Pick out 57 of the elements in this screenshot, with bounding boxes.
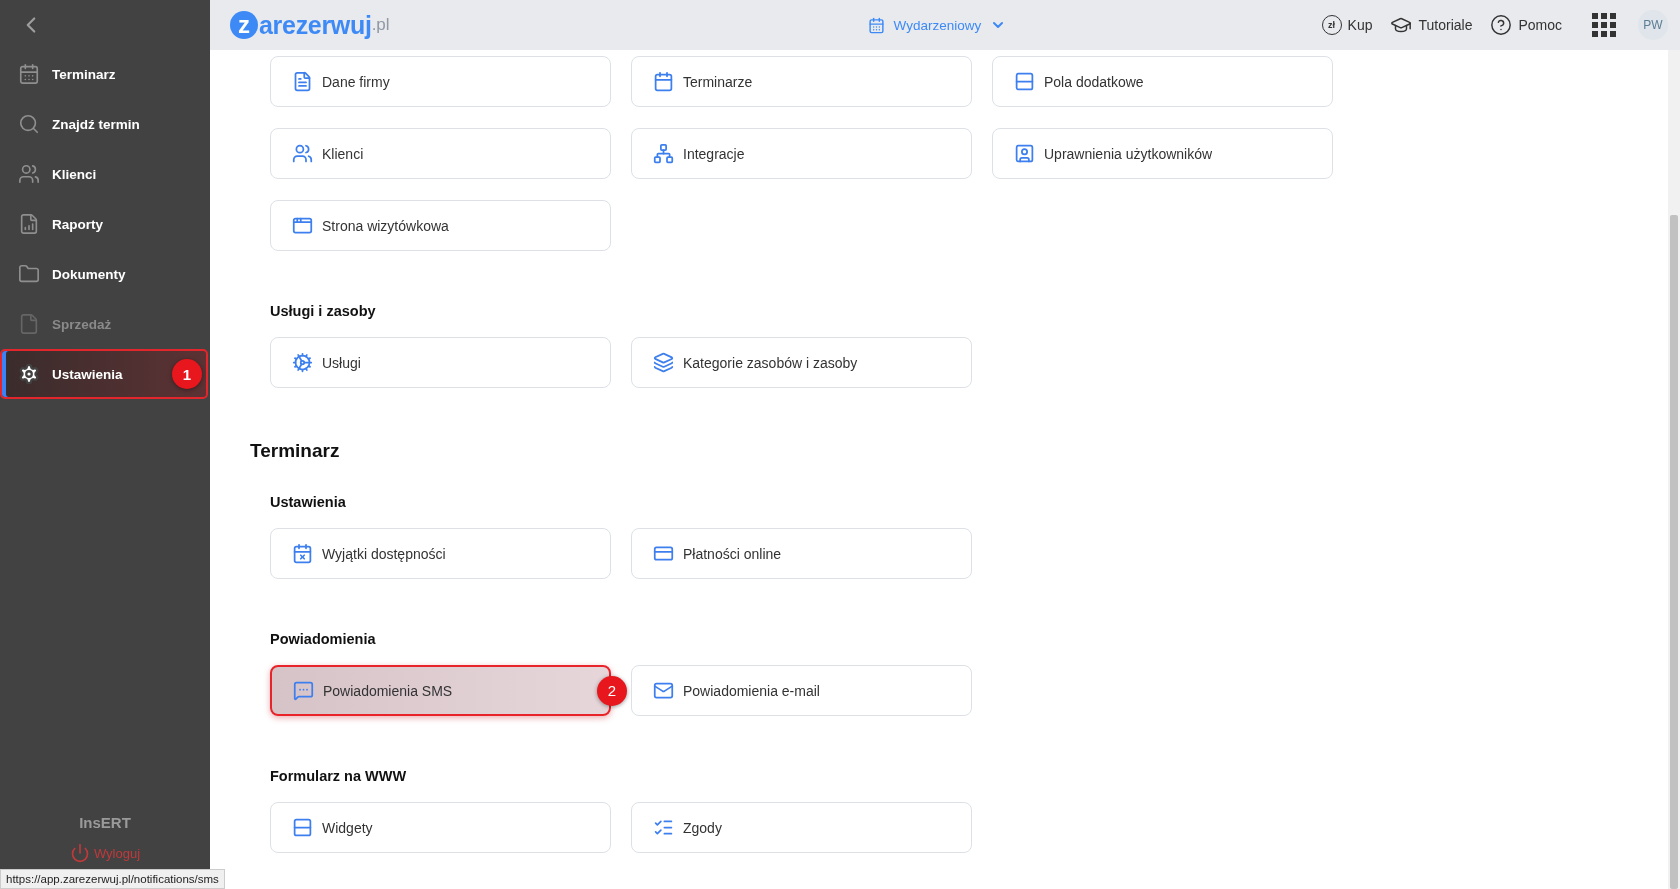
- section-heading: Formularz na WWW: [270, 767, 408, 786]
- section-heading: Usługi i zasoby: [270, 302, 377, 321]
- section-title: Terminarz: [250, 439, 341, 463]
- settings-icon: [18, 363, 40, 385]
- network-icon: [653, 143, 674, 164]
- chat-icon: [293, 680, 314, 701]
- calendar-icon: [653, 71, 674, 92]
- search-icon: [18, 113, 40, 135]
- nav-item[interactable]: Ustawienia 1: [0, 349, 208, 399]
- calendar-icon: [18, 63, 40, 85]
- header-link[interactable]: zł Kup: [1321, 15, 1373, 35]
- brand-label: InsERT: [79, 814, 131, 831]
- settings-tile[interactable]: Strona wizytówkowa: [270, 200, 611, 251]
- power-icon: [69, 843, 90, 863]
- people-icon: [18, 163, 40, 185]
- layers-icon: [653, 352, 674, 373]
- nav-item[interactable]: Znajdź termin: [0, 99, 210, 149]
- user-card-icon: [1014, 143, 1035, 164]
- calendar-x-icon: [292, 543, 313, 564]
- people-icon: [292, 143, 313, 164]
- nav-item[interactable]: Dokumenty: [0, 249, 210, 299]
- user-avatar[interactable]: PW: [1638, 10, 1668, 40]
- scrollbar[interactable]: [1668, 50, 1680, 889]
- step-badge: 1: [172, 359, 202, 389]
- settings-tile[interactable]: Widgety: [270, 802, 611, 853]
- settings-tile[interactable]: Powiadomienia e-mail: [631, 665, 972, 716]
- settings-tile[interactable]: Uprawnienia użytkowników: [992, 128, 1333, 179]
- mail-icon: [653, 680, 674, 701]
- apps-grid-icon[interactable]: [1592, 13, 1616, 37]
- section-heading: Ustawienia: [270, 493, 347, 512]
- settings-tile[interactable]: Pola dodatkowe: [992, 56, 1333, 107]
- calendar-icon: [867, 16, 885, 34]
- rows-icon: [1014, 71, 1035, 92]
- settings-tile[interactable]: Płatności online: [631, 528, 972, 579]
- settings-tile[interactable]: Zgody: [631, 802, 972, 853]
- settings-tile[interactable]: Usługi: [270, 337, 611, 388]
- settings-tile[interactable]: Kategorie zasobów i zasoby: [631, 337, 972, 388]
- settings-tile[interactable]: Terminarze: [631, 56, 972, 107]
- rows-icon: [292, 817, 313, 838]
- file-icon: [18, 313, 40, 335]
- header-link[interactable]: Tutoriale: [1390, 14, 1473, 36]
- help-icon: [1490, 14, 1513, 36]
- document-icon: [292, 71, 313, 92]
- settings-tile[interactable]: Klienci: [270, 128, 611, 179]
- settings-tile[interactable]: Integracje: [631, 128, 972, 179]
- report-icon: [18, 213, 40, 235]
- settings-tile[interactable]: Dane firmy: [270, 56, 611, 107]
- header-link[interactable]: Pomoc: [1490, 14, 1562, 36]
- gear-icon: [292, 352, 313, 373]
- browser-window-icon: [292, 215, 313, 236]
- status-url: https://app.zarezerwuj.pl/notifications/sms: [0, 869, 225, 889]
- nav-item[interactable]: Raporty: [0, 199, 210, 249]
- nav-item[interactable]: Terminarz: [0, 49, 210, 99]
- folder-icon: [18, 263, 40, 285]
- section-heading: Powiadomienia: [270, 630, 377, 649]
- nav-item[interactable]: Klienci: [0, 149, 210, 199]
- settings-tile[interactable]: Wyjątki dostępności: [270, 528, 611, 579]
